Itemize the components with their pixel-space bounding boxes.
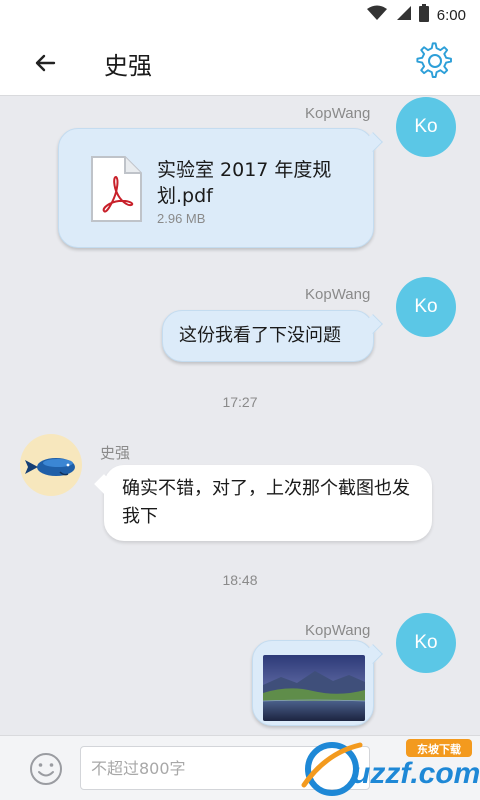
watermark-logo: 东坡下载 uzzf.com — [296, 733, 480, 800]
cell-signal-icon — [395, 5, 411, 25]
status-icons: 6:00 — [366, 4, 466, 26]
sender-name: KopWang — [305, 286, 371, 303]
bubble-tail — [363, 132, 383, 152]
message-text: 这份我看了下没问题 — [179, 325, 341, 346]
message-text: 确实不错，对了，上次那个截图也发我下 — [122, 478, 410, 527]
pdf-file-icon — [89, 155, 143, 223]
text-message-bubble[interactable]: 这份我看了下没问题 — [162, 310, 383, 362]
app-bar: 史强 — [0, 28, 480, 96]
avatar[interactable]: Ko — [396, 277, 456, 337]
status-time: 6:00 — [436, 6, 466, 24]
avatar[interactable]: Ko — [396, 613, 456, 673]
bubble-tail — [363, 644, 383, 664]
battery-icon — [418, 4, 429, 26]
text-message-bubble[interactable]: 确实不错，对了，上次那个截图也发我下 — [94, 465, 432, 541]
sender-name: KopWang — [305, 105, 371, 122]
timestamp: 17:27 — [222, 394, 258, 410]
landscape-photo[interactable] — [263, 655, 365, 721]
timestamp: 18:48 — [222, 572, 258, 588]
image-message-bubble[interactable] — [252, 640, 383, 726]
status-bar: 6:00 — [0, 0, 480, 28]
wifi-icon — [366, 5, 387, 25]
sender-name: 史强 — [100, 445, 131, 462]
svg-text:东坡下载: 东坡下载 — [417, 742, 461, 756]
page-title: 史强 — [104, 52, 152, 80]
file-size: 2.96 MB — [157, 211, 206, 226]
avatar[interactable]: Ko — [396, 97, 456, 157]
file-name: 实验室 2017 年度规划.pdf — [157, 159, 332, 207]
smiley-icon[interactable] — [28, 751, 64, 787]
file-message-bubble[interactable]: 实验室 2017 年度规划.pdf 2.96 MB — [58, 128, 383, 248]
gear-icon[interactable] — [416, 42, 454, 80]
sender-name: KopWang — [305, 622, 371, 639]
svg-text:uzzf.com: uzzf.com — [352, 757, 480, 790]
whale-avatar-icon[interactable] — [20, 434, 82, 496]
back-arrow-icon[interactable] — [30, 48, 60, 78]
bubble-tail — [94, 474, 114, 494]
